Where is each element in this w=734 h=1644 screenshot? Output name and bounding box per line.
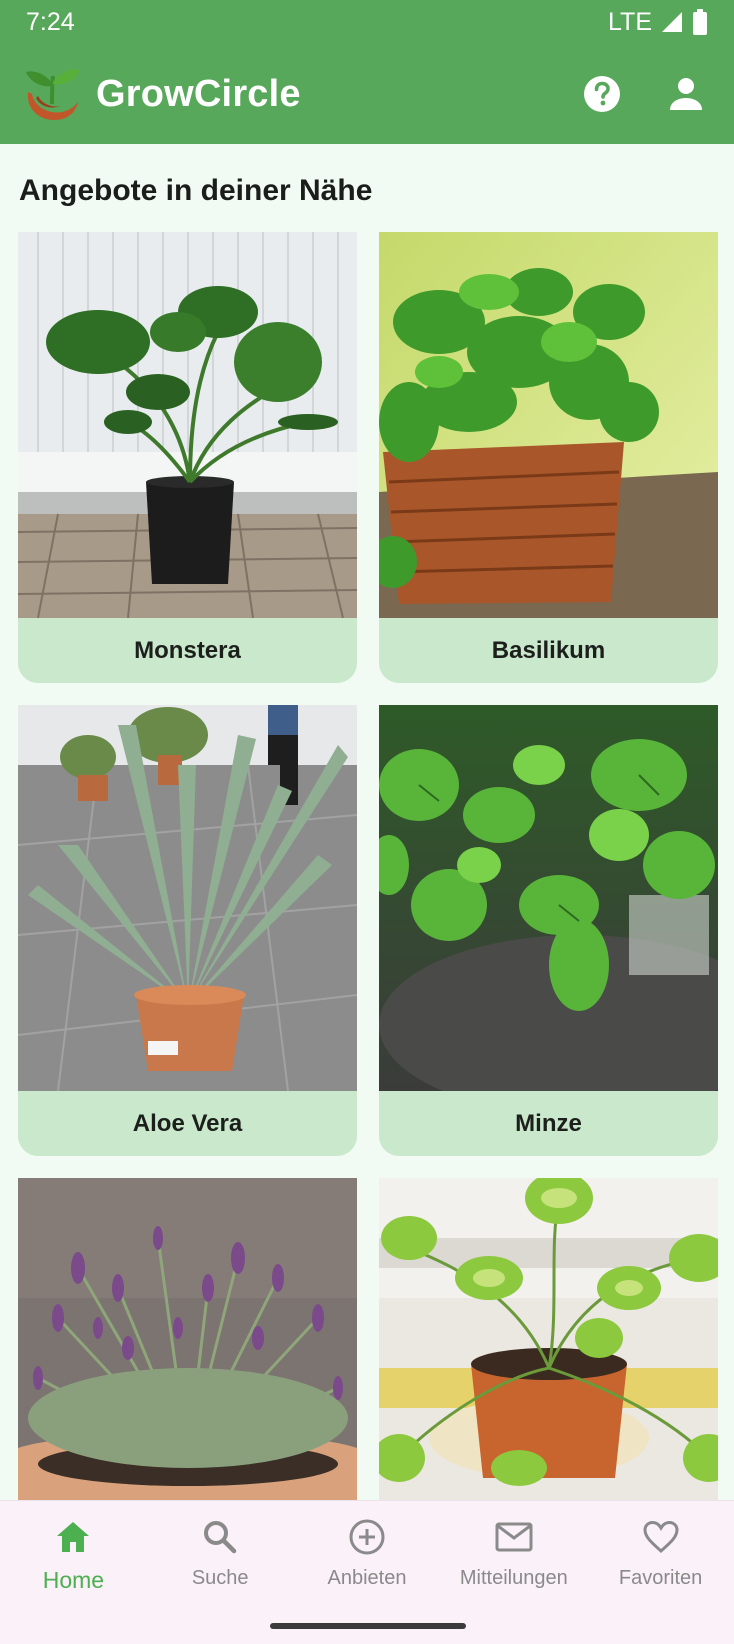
nav-item-favorites[interactable]: Favoriten xyxy=(587,1501,734,1644)
network-label: LTE xyxy=(608,7,652,36)
app-screen: 7:24 LTE GrowCircle Angebote in deiner N… xyxy=(0,0,734,1644)
nav-label-offer: Anbieten xyxy=(327,1567,407,1589)
app-bar: GrowCircle xyxy=(0,44,734,144)
profile-button[interactable] xyxy=(666,74,706,114)
status-bar: 7:24 LTE xyxy=(0,0,734,44)
pothos-photo xyxy=(379,1178,718,1500)
heart-icon xyxy=(641,1517,681,1557)
basil-photo xyxy=(379,232,718,618)
offer-title: Aloe Vera xyxy=(132,1109,243,1137)
offer-photo xyxy=(379,1178,718,1500)
battery-icon xyxy=(693,9,707,35)
status-indicators: LTE xyxy=(608,8,708,37)
monstera-photo xyxy=(18,232,357,618)
offer-card-6[interactable] xyxy=(379,1178,718,1500)
offers-grid: Monstera Basilikum Aloe Vera Minze xyxy=(18,232,718,1500)
offer-card-monstera[interactable]: Monstera xyxy=(18,232,357,683)
home-indicator[interactable] xyxy=(270,1623,466,1629)
nav-label-home: Home xyxy=(42,1567,105,1593)
aloe-vera-photo xyxy=(18,705,357,1091)
home-icon xyxy=(53,1517,93,1557)
main-content[interactable]: Angebote in deiner Nähe Monstera Basilik… xyxy=(0,144,734,1500)
nav-label-search: Suche xyxy=(191,1567,249,1589)
offer-title: Monstera xyxy=(134,636,241,664)
status-time: 7:24 xyxy=(26,7,75,36)
app-bar-actions xyxy=(582,74,712,114)
nav-item-home[interactable]: Home xyxy=(0,1501,147,1644)
mint-photo xyxy=(379,705,718,1091)
offer-photo xyxy=(379,705,718,1091)
offer-card-5[interactable] xyxy=(18,1178,357,1500)
offer-photo xyxy=(379,232,718,618)
growcircle-logo-icon xyxy=(26,69,80,120)
nav-label-favorites: Favoriten xyxy=(618,1567,703,1589)
mail-icon xyxy=(494,1517,534,1557)
offer-card-minze[interactable]: Minze xyxy=(379,705,718,1156)
offer-title: Basilikum xyxy=(491,636,606,664)
app-title: GrowCircle xyxy=(96,72,301,115)
signal-icon xyxy=(662,12,682,32)
nav-label-messages: Mitteilungen xyxy=(459,1567,568,1589)
search-icon xyxy=(200,1517,240,1557)
offer-title: Minze xyxy=(515,1109,582,1137)
lavender-photo xyxy=(18,1178,357,1500)
offer-photo xyxy=(18,232,357,618)
section-title: Angebote in deiner Nähe xyxy=(19,174,373,207)
add-circle-icon xyxy=(347,1517,387,1557)
offer-card-basilikum[interactable]: Basilikum xyxy=(379,232,718,683)
help-icon xyxy=(584,76,620,112)
help-button[interactable] xyxy=(582,74,622,114)
person-icon xyxy=(670,78,702,110)
offer-photo xyxy=(18,705,357,1091)
offer-photo xyxy=(18,1178,357,1500)
offer-card-aloe-vera[interactable]: Aloe Vera xyxy=(18,705,357,1156)
